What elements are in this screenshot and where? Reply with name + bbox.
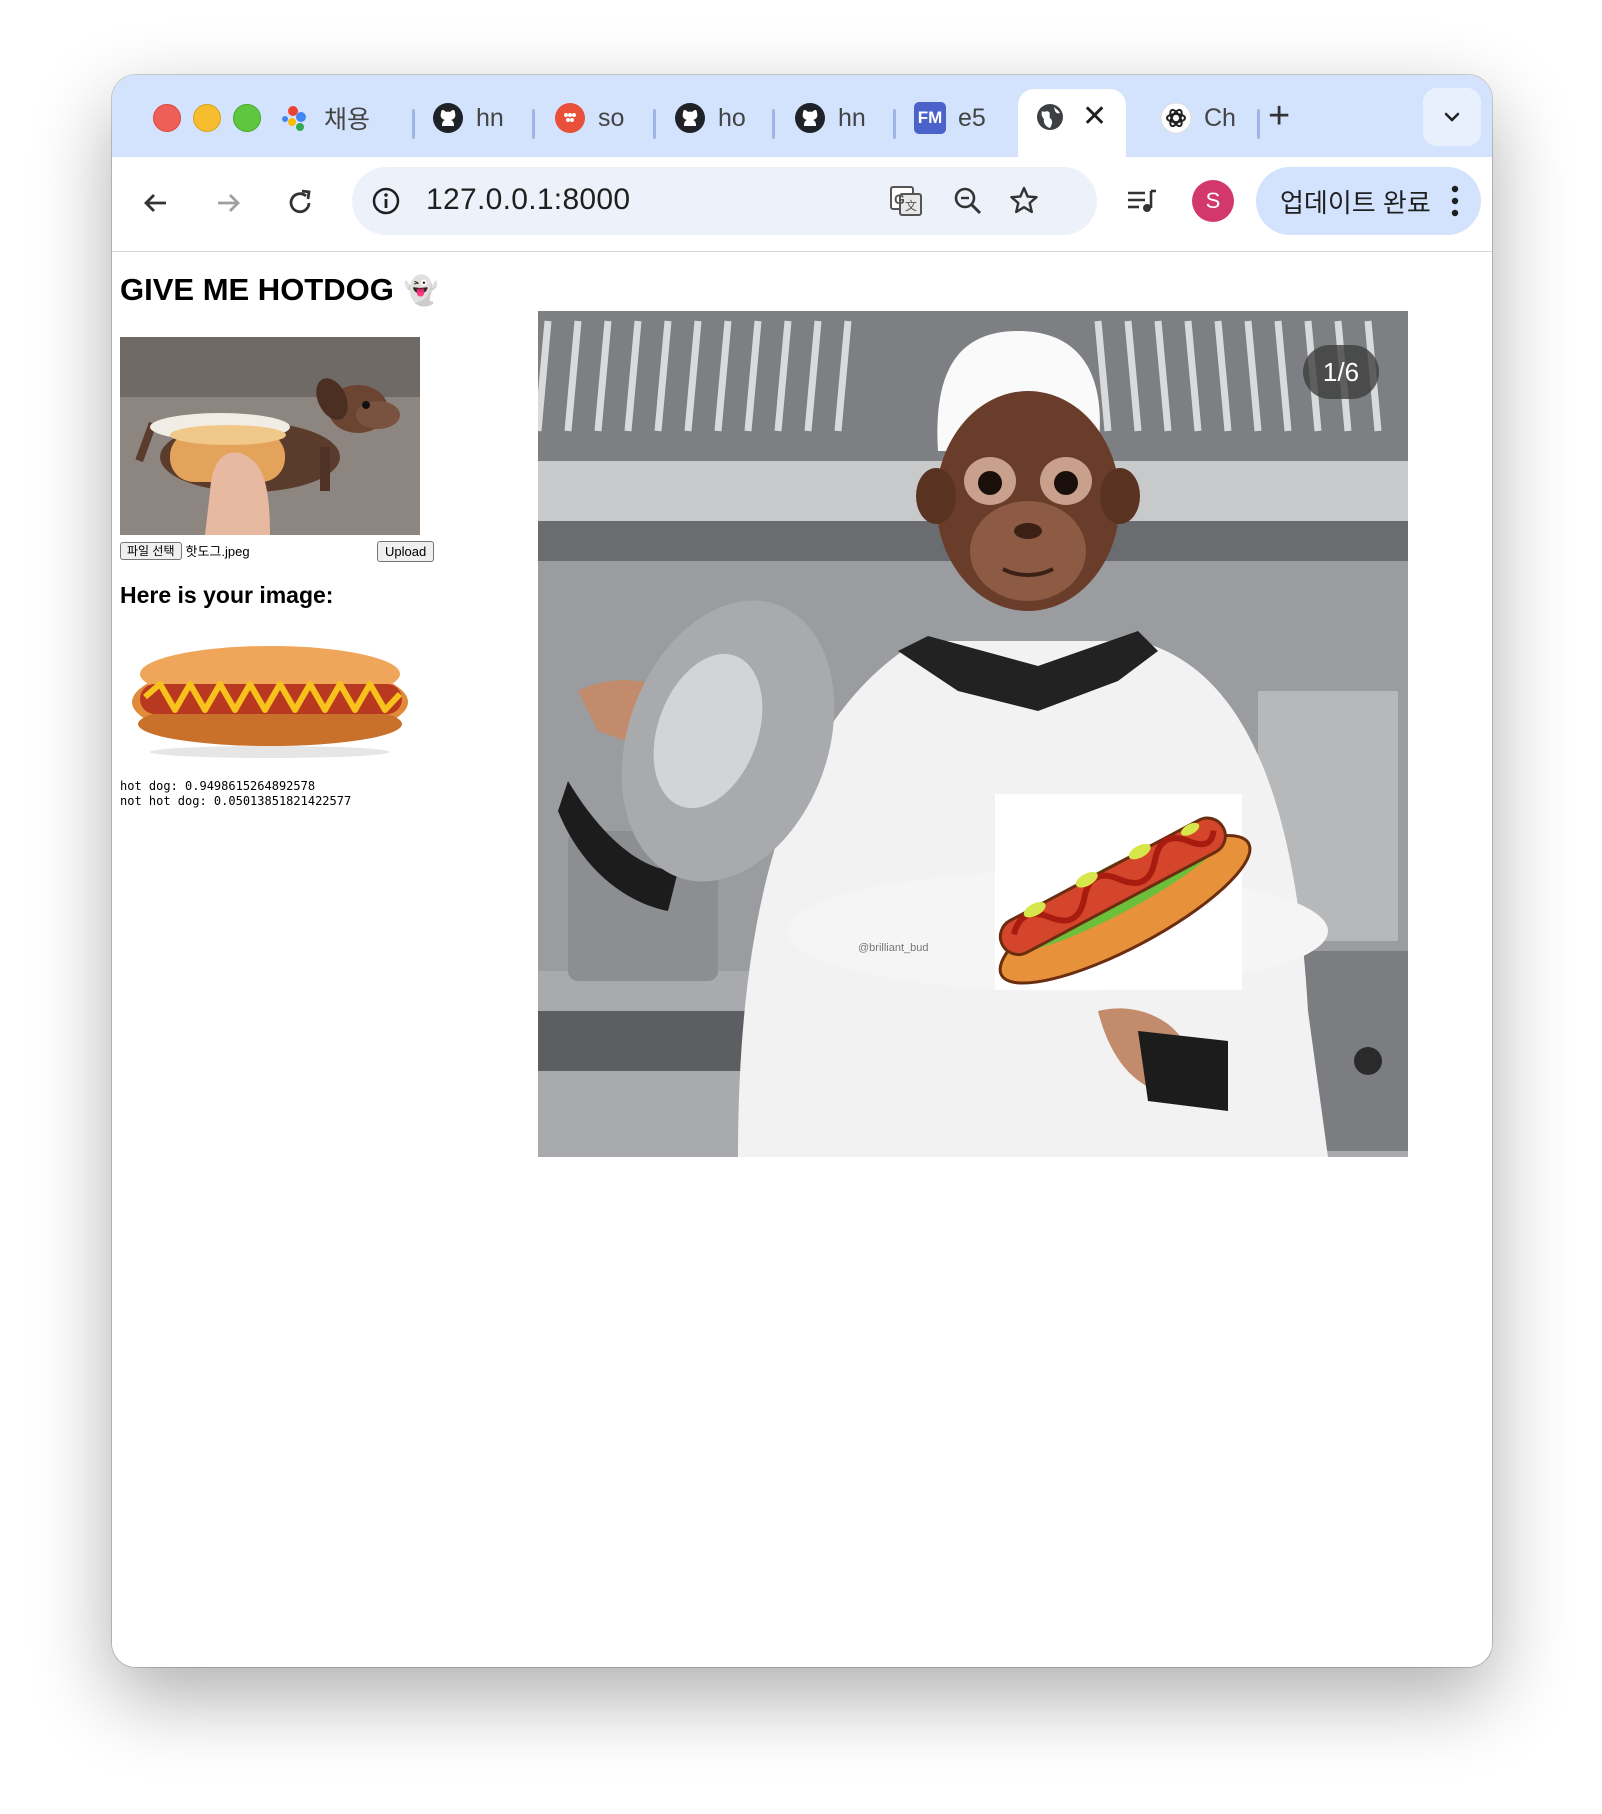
page-content: GIVE ME HOTDOG 👻 파일 선택 핫도그.jpeg Upload H…	[112, 252, 1492, 1667]
result-image	[120, 622, 420, 762]
github-icon	[794, 102, 826, 134]
tab-3[interactable]: so	[546, 89, 624, 147]
tab-separator	[1257, 109, 1260, 139]
file-name: 핫도그.jpeg	[185, 544, 250, 559]
score-not-hot-dog: not hot dog: 0.05013851821422577	[120, 794, 352, 808]
page-title: GIVE ME HOTDOG 👻	[120, 272, 439, 308]
github-icon	[432, 102, 464, 134]
arrow-left-icon	[144, 194, 166, 212]
new-tab-button[interactable]: +	[1268, 95, 1290, 138]
tab-separator	[653, 109, 656, 139]
upload-preview-image	[120, 337, 420, 535]
maximize-window-button[interactable]	[233, 104, 261, 132]
tab-1-label: 채용	[324, 106, 371, 134]
update-label: 업데이트 완료	[1280, 187, 1431, 218]
tab-8-label: Ch	[1204, 103, 1236, 132]
tab-2-label: hn	[476, 103, 504, 132]
ghost-emoji: 👻	[403, 274, 439, 306]
forward-button[interactable]	[208, 183, 248, 223]
bookmark-star-icon[interactable]	[1006, 183, 1042, 219]
tab-8[interactable]: Ch	[1152, 89, 1236, 147]
result-heading: Here is your image:	[120, 582, 334, 608]
address-bar[interactable]: 127.0.0.1:8000 G文	[352, 167, 1097, 235]
svg-text:文: 文	[905, 198, 917, 213]
close-tab-icon[interactable]: ✕	[1082, 99, 1107, 134]
update-button[interactable]: 업데이트 완료	[1256, 167, 1481, 235]
close-window-button[interactable]	[153, 104, 181, 132]
meme-image[interactable]: @brilliant_bud 1/6	[538, 311, 1408, 1157]
svg-text:G: G	[894, 191, 905, 207]
prediction-scores: hot dog: 0.9498615264892578 not hot dog:…	[120, 779, 351, 809]
profile-avatar[interactable]: S	[1192, 180, 1234, 222]
chatgpt-icon	[1160, 102, 1192, 134]
tab-6[interactable]: FM e5	[906, 89, 986, 147]
upload-button[interactable]: Upload	[377, 541, 435, 562]
tab-separator	[532, 109, 535, 139]
dots-app-icon	[554, 102, 586, 134]
more-menu-icon[interactable]	[1451, 184, 1459, 218]
tab-5-label: hn	[838, 103, 866, 132]
translate-icon[interactable]: G文	[888, 183, 924, 219]
chevron-down-icon	[1444, 112, 1460, 122]
tab-search-button[interactable]	[1423, 88, 1481, 146]
tab-separator	[772, 109, 775, 139]
score-hot-dog: hot dog: 0.9498615264892578	[120, 779, 316, 793]
google-icon	[280, 102, 312, 134]
tab-separator	[893, 109, 896, 139]
tab-5[interactable]: hn	[786, 89, 866, 147]
reload-button[interactable]	[280, 183, 320, 223]
arrow-right-icon	[218, 194, 240, 212]
tab-1[interactable]: 채용	[272, 89, 370, 147]
carousel-counter: 1/6	[1303, 345, 1379, 399]
reload-icon	[289, 189, 311, 214]
tab-active[interactable]: ✕	[1018, 89, 1126, 157]
tab-6-label: e5	[958, 103, 986, 132]
minimize-window-button[interactable]	[193, 104, 221, 132]
github-icon	[674, 102, 706, 134]
url-text[interactable]: 127.0.0.1:8000	[426, 183, 630, 217]
tab-2[interactable]: hn	[424, 89, 504, 147]
fm-icon: FM	[914, 102, 946, 134]
tab-separator	[412, 109, 415, 139]
toolbar: 127.0.0.1:8000 G文 S 업데이트 완료	[112, 157, 1492, 252]
tab-4-label: ho	[718, 103, 746, 132]
choose-file-button[interactable]: 파일 선택	[120, 541, 182, 560]
back-button[interactable]	[136, 183, 176, 223]
file-input[interactable]: 파일 선택 핫도그.jpeg	[120, 541, 250, 560]
tab-3-label: so	[598, 103, 625, 132]
globe-icon	[1034, 101, 1066, 133]
page-title-text: GIVE ME HOTDOG	[120, 272, 394, 307]
media-control-icon[interactable]	[1122, 181, 1162, 221]
tab-strip: 채용 hn so ho hn FM e5 ✕ Ch +	[112, 75, 1492, 157]
site-info-icon[interactable]	[370, 185, 402, 217]
watermark-text: @brilliant_bud	[858, 942, 929, 954]
browser-window: 채용 hn so ho hn FM e5 ✕ Ch + 127.0.0.1:80…	[112, 75, 1492, 1667]
zoom-icon[interactable]	[950, 183, 986, 219]
tab-4[interactable]: ho	[666, 89, 746, 147]
